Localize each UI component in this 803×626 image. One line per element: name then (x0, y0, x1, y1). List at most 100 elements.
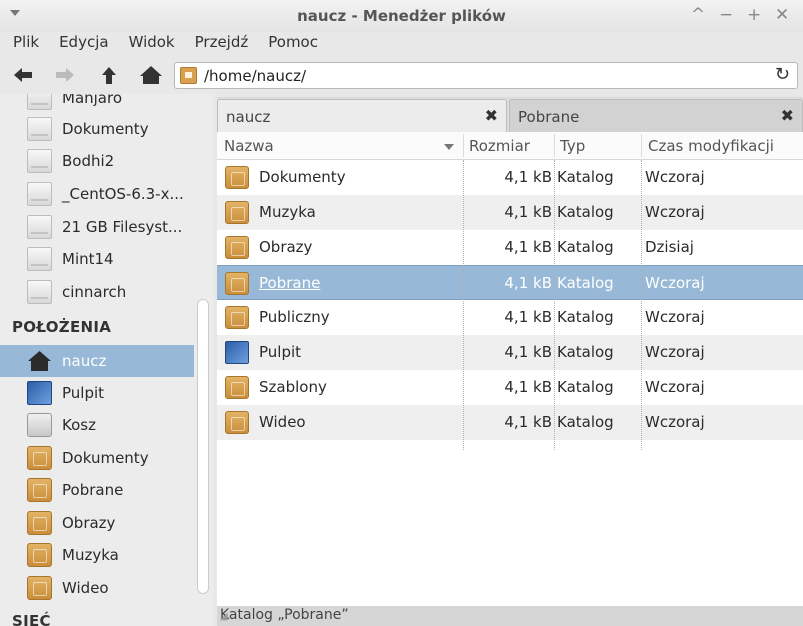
close-button[interactable]: ✕ (775, 5, 789, 25)
sidebar-item-manjaro[interactable]: Manjaro (0, 94, 194, 114)
file-name: Muzyka (259, 203, 316, 221)
sidebar-item-bodhi2[interactable]: Bodhi2 (0, 145, 194, 177)
file-name: Szablony (259, 378, 327, 396)
music-folder-icon (27, 543, 52, 567)
column-name[interactable]: Nazwa (224, 137, 274, 155)
maximize-button[interactable]: + (747, 5, 761, 25)
menu-pomoc[interactable]: Pomoc (268, 32, 326, 56)
table-row[interactable]: Wideo 4,1 kB Katalog Wczoraj (217, 405, 803, 440)
tab-pobrane[interactable]: Pobrane ✖ (509, 99, 803, 132)
sidebar-item-filesystem[interactable]: 21 GB Filesyst... (0, 211, 194, 243)
sidebar-item-mint14[interactable]: Mint14 (0, 243, 194, 275)
home-button[interactable] (139, 64, 163, 86)
sidebar-item-label: Wideo (62, 579, 109, 597)
sidebar-item-wideo[interactable]: Wideo (0, 572, 194, 604)
home-icon (140, 66, 162, 84)
table-row[interactable]: Szablony 4,1 kB Katalog Wczoraj (217, 370, 803, 405)
sidebar-item-label: Bodhi2 (62, 152, 115, 170)
file-modified: Wczoraj (645, 274, 705, 292)
table-row[interactable]: Pobrane 4,1 kB Katalog Wczoraj (217, 265, 803, 300)
menu-edycja[interactable]: Edycja (59, 32, 116, 56)
close-tab-icon[interactable]: ✖ (781, 106, 794, 125)
status-bar: Katalog „Pobrane” ◢ (217, 606, 803, 626)
forward-button[interactable] (53, 64, 77, 86)
sidebar-item-dokumenty[interactable]: Dokumenty (0, 442, 194, 474)
sidebar-item-naucz[interactable]: naucz (0, 345, 194, 377)
drive-icon (27, 117, 52, 141)
sidebar-item-label: Muzyka (62, 546, 119, 564)
location-path[interactable]: /home/naucz/ (204, 67, 306, 85)
file-name: Pulpit (259, 343, 302, 361)
menu-plik[interactable]: Plik (13, 32, 47, 56)
file-type: Katalog (557, 203, 614, 221)
column-separator[interactable] (463, 134, 464, 157)
drive-icon (27, 149, 52, 173)
toolbar: /home/naucz/ ↻ (0, 56, 803, 94)
sidebar-item-label: Obrazy (62, 514, 116, 532)
sidebar-item-cinnarch[interactable]: cinnarch (0, 276, 194, 308)
column-size[interactable]: Rozmiar (469, 137, 530, 155)
file-type: Katalog (557, 238, 614, 256)
column-modified[interactable]: Czas modyfikacji (648, 137, 774, 155)
places-heading: POŁOŻENIA (12, 318, 112, 336)
location-bar[interactable]: /home/naucz/ ↻ (174, 62, 798, 89)
column-divider (641, 160, 642, 450)
sidebar-item-label: _CentOS-6.3-x... (62, 185, 184, 203)
file-modified: Wczoraj (645, 378, 705, 396)
sidebar-item-kosz[interactable]: Kosz (0, 409, 194, 441)
table-row[interactable]: Obrazy 4,1 kB Katalog Dzisiaj (217, 230, 803, 265)
documents-folder-icon (225, 166, 249, 189)
desktop-icon (27, 381, 52, 405)
file-size: 4,1 kB (504, 378, 552, 396)
sidebar-item-dokumenty-drive[interactable]: Dokumenty (0, 113, 194, 145)
file-name: Publiczny (259, 308, 330, 326)
downloads-folder-icon (225, 272, 249, 295)
file-type: Katalog (557, 378, 614, 396)
sort-descending-icon (444, 144, 454, 150)
column-separator[interactable] (554, 134, 555, 157)
sidebar-item-centos[interactable]: _CentOS-6.3-x... (0, 178, 194, 210)
music-folder-icon (225, 201, 249, 224)
file-modified: Wczoraj (645, 343, 705, 361)
tab-naucz[interactable]: naucz ✖ (217, 99, 507, 132)
drive-icon (27, 247, 52, 271)
sidebar-item-pulpit[interactable]: Pulpit (0, 377, 194, 409)
column-type[interactable]: Typ (560, 137, 585, 155)
window-controls: ^ − + ✕ (691, 5, 789, 25)
table-row[interactable]: Muzyka 4,1 kB Katalog Wczoraj (217, 195, 803, 230)
file-modified: Dzisiaj (645, 238, 694, 256)
column-separator[interactable] (641, 134, 642, 157)
sidebar-item-pobrane[interactable]: Pobrane (0, 474, 194, 506)
sidebar-scrollbar[interactable] (197, 299, 209, 594)
menu-widok[interactable]: Widok (129, 32, 183, 56)
back-arrow-icon (14, 68, 32, 82)
file-type: Katalog (557, 413, 614, 431)
sidebar-item-obrazy[interactable]: Obrazy (0, 507, 194, 539)
close-tab-icon[interactable]: ✖ (485, 106, 498, 125)
sidebar-item-label: Kosz (62, 416, 96, 434)
file-size: 4,1 kB (504, 238, 552, 256)
sidebar-item-muzyka[interactable]: Muzyka (0, 539, 194, 571)
refresh-icon[interactable]: ↻ (775, 64, 790, 85)
up-button[interactable] (97, 64, 121, 86)
drive-icon (27, 215, 52, 239)
documents-folder-icon (27, 446, 52, 470)
file-size: 4,1 kB (504, 168, 552, 186)
pictures-folder-icon (27, 511, 52, 535)
downloads-folder-icon (27, 478, 52, 502)
sidebar-item-label: 21 GB Filesyst... (62, 218, 183, 236)
drive-icon (27, 94, 52, 110)
table-row[interactable]: Publiczny 4,1 kB Katalog Wczoraj (217, 300, 803, 335)
resize-grip-icon[interactable]: ◢ (220, 611, 797, 622)
file-type: Katalog (557, 308, 614, 326)
menu-przejdz[interactable]: Przejdź (195, 32, 257, 56)
file-pane: naucz ✖ Pobrane ✖ Nazwa Rozmiar Typ Czas… (217, 97, 803, 626)
file-size: 4,1 kB (504, 274, 552, 292)
table-row[interactable]: Dokumenty 4,1 kB Katalog Wczoraj (217, 160, 803, 195)
shade-button[interactable]: ^ (691, 5, 705, 25)
minimize-button[interactable]: − (719, 5, 733, 25)
table-row[interactable]: Pulpit 4,1 kB Katalog Wczoraj (217, 335, 803, 370)
back-button[interactable] (11, 64, 35, 86)
file-modified: Wczoraj (645, 308, 705, 326)
file-modified: Wczoraj (645, 203, 705, 221)
